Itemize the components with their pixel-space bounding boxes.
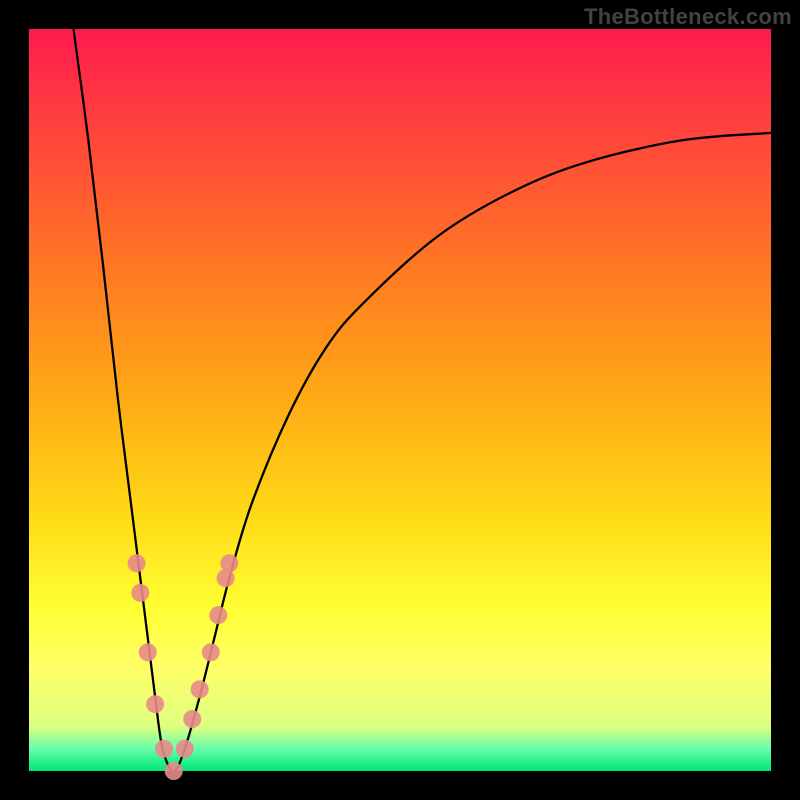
data-point (155, 740, 173, 758)
data-point (128, 554, 146, 572)
data-point (131, 584, 149, 602)
plot-area (29, 29, 771, 771)
watermark-text: TheBottleneck.com (584, 4, 792, 30)
data-point (139, 643, 157, 661)
data-point (220, 554, 238, 572)
data-point (165, 762, 183, 780)
data-point (209, 606, 227, 624)
data-point (146, 695, 164, 713)
data-point (176, 740, 194, 758)
chart-canvas: TheBottleneck.com (0, 0, 800, 800)
data-markers (128, 554, 239, 780)
data-point (191, 680, 209, 698)
data-point (183, 710, 201, 728)
data-point (202, 643, 220, 661)
bottleneck-curve (74, 29, 771, 771)
curve-layer (29, 29, 771, 771)
